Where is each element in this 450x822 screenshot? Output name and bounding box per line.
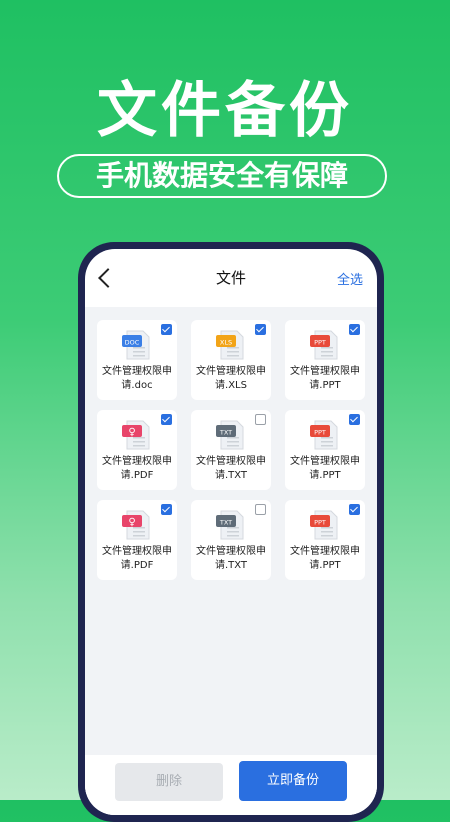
- phone-screen: 文件 全选 DOC 文件管理权限申请.doc XLS 文件管理权限申请.XLS: [85, 249, 377, 815]
- txt-file-icon: TXT: [216, 420, 244, 450]
- file-card[interactable]: PPT 文件管理权限申请.PPT: [285, 320, 365, 400]
- file-card[interactable]: TXT 文件管理权限申请.TXT: [191, 500, 271, 580]
- svg-text:TXT: TXT: [219, 519, 232, 527]
- file-card[interactable]: PPT 文件管理权限申请.PPT: [285, 410, 365, 490]
- file-grid-area: DOC 文件管理权限申请.doc XLS 文件管理权限申请.XLS PPT 文件…: [85, 307, 377, 815]
- file-card[interactable]: DOC 文件管理权限申请.doc: [97, 320, 177, 400]
- svg-text:XLS: XLS: [220, 339, 232, 347]
- file-name: 文件管理权限申请.PPT: [290, 456, 360, 481]
- bottom-action-bar: 删除 立即备份: [85, 755, 377, 815]
- checkbox[interactable]: [255, 324, 266, 335]
- file-name: 文件管理权限申请.PDF: [102, 546, 172, 571]
- delete-button[interactable]: 删除: [115, 763, 223, 801]
- navbar: 文件 全选: [85, 265, 377, 299]
- pdf-file-icon: ♀: [122, 420, 150, 450]
- checkbox[interactable]: [255, 414, 266, 425]
- page-title: 文件: [215, 269, 246, 287]
- file-name: 文件管理权限申请.PPT: [290, 366, 360, 391]
- file-grid: DOC 文件管理权限申请.doc XLS 文件管理权限申请.XLS PPT 文件…: [97, 320, 365, 580]
- doc-file-icon: DOC: [122, 330, 150, 360]
- checkbox[interactable]: [161, 324, 172, 335]
- backup-now-button[interactable]: 立即备份: [239, 761, 347, 801]
- file-name: 文件管理权限申请.PPT: [290, 546, 360, 571]
- ppt-file-icon: PPT: [310, 330, 338, 360]
- checkbox[interactable]: [349, 324, 360, 335]
- checkbox[interactable]: [161, 414, 172, 425]
- svg-text:DOC: DOC: [125, 339, 140, 347]
- xls-file-icon: XLS: [216, 330, 244, 360]
- checkbox[interactable]: [255, 504, 266, 515]
- svg-text:♀: ♀: [128, 517, 135, 528]
- file-name: 文件管理权限申请.TXT: [196, 546, 266, 571]
- select-all-button[interactable]: 全选: [337, 269, 363, 288]
- hero-title: 文件备份: [97, 76, 353, 146]
- svg-text:PPT: PPT: [314, 519, 326, 527]
- checkbox[interactable]: [349, 504, 360, 515]
- file-card[interactable]: TXT 文件管理权限申请.TXT: [191, 410, 271, 490]
- file-name: 文件管理权限申请.PDF: [102, 456, 172, 481]
- pdf-file-icon: ♀: [122, 510, 150, 540]
- file-name: 文件管理权限申请.TXT: [196, 456, 266, 481]
- checkbox[interactable]: [161, 504, 172, 515]
- svg-text:TXT: TXT: [219, 429, 232, 437]
- file-card[interactable]: ♀ 文件管理权限申请.PDF: [97, 500, 177, 580]
- file-card[interactable]: XLS 文件管理权限申请.XLS: [191, 320, 271, 400]
- phone-frame: 文件 全选 DOC 文件管理权限申请.doc XLS 文件管理权限申请.XLS: [78, 242, 384, 822]
- txt-file-icon: TXT: [216, 510, 244, 540]
- ppt-file-icon: PPT: [310, 420, 338, 450]
- file-name: 文件管理权限申请.doc: [102, 366, 172, 391]
- ppt-file-icon: PPT: [310, 510, 338, 540]
- svg-text:PPT: PPT: [314, 339, 326, 347]
- file-card[interactable]: ♀ 文件管理权限申请.PDF: [97, 410, 177, 490]
- file-card[interactable]: PPT 文件管理权限申请.PPT: [285, 500, 365, 580]
- svg-text:♀: ♀: [128, 427, 135, 438]
- file-name: 文件管理权限申请.XLS: [196, 366, 266, 391]
- checkbox[interactable]: [349, 414, 360, 425]
- svg-text:PPT: PPT: [314, 429, 326, 437]
- hero-subtitle: 手机数据安全有保障: [57, 154, 387, 198]
